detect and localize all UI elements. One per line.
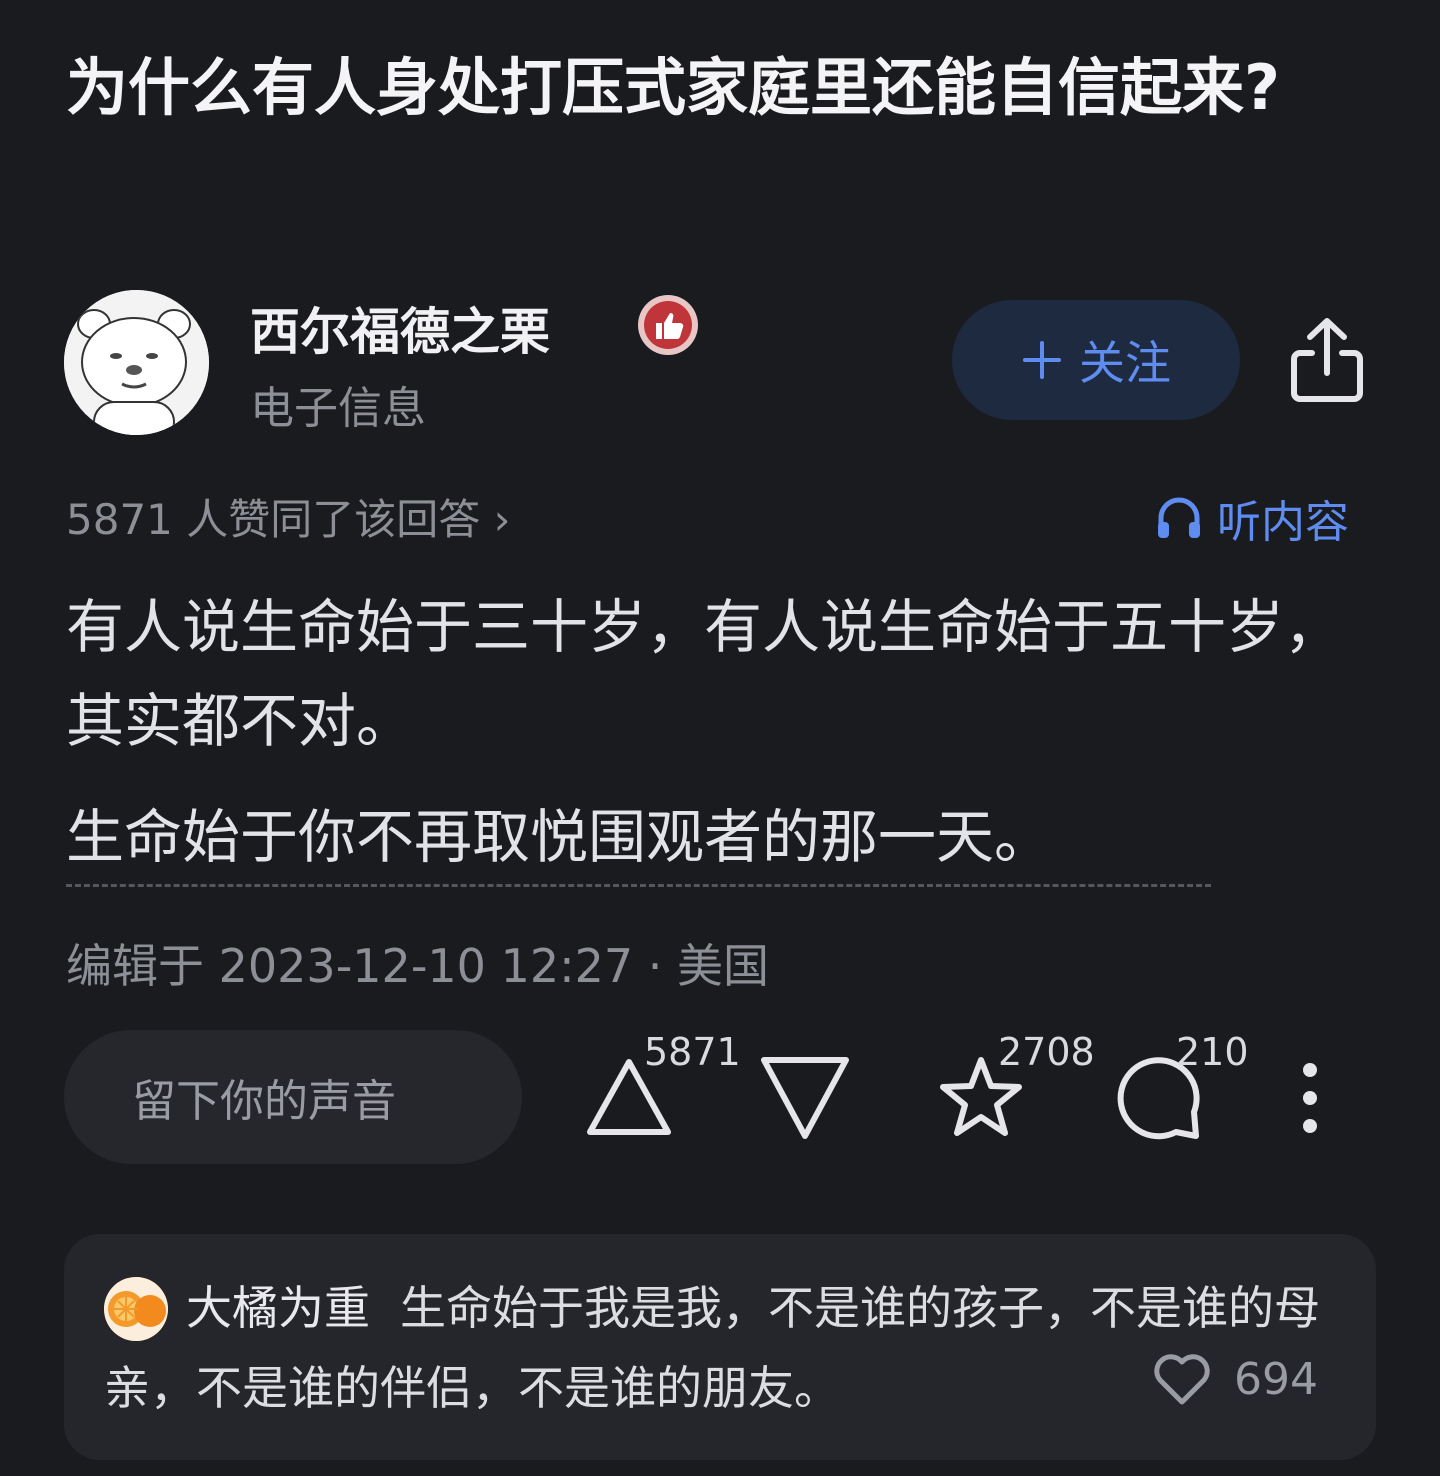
commenter-name[interactable]: 大橘为重: [186, 1281, 370, 1335]
follow-label: 关注: [1079, 336, 1171, 390]
comment-input[interactable]: 留下你的声音: [64, 1030, 522, 1164]
answer-paragraph: 有人说生命始于三十岁，有人说生命始于五十岁，其实都不对。: [66, 593, 1343, 755]
bear-avatar-icon: [64, 290, 209, 435]
comment-count: 210: [1176, 1030, 1249, 1074]
upvoters-link[interactable]: 5871 人赞同了该回答 ›: [66, 486, 510, 547]
share-icon: [1291, 318, 1363, 402]
favorite-count: 2708: [998, 1030, 1095, 1074]
downvote-button[interactable]: [758, 1052, 852, 1142]
more-vertical-icon: [1303, 1063, 1317, 1133]
comment-like-count: 694: [1234, 1353, 1318, 1405]
top-comment: 大橘为重 生命始于我是我，不是谁的孩子，不是谁的母亲，不是谁的伴侣，不是谁的朋友。: [104, 1268, 1324, 1428]
question-title[interactable]: 为什么有人身处打压式家庭里还能自信起来?: [66, 40, 1366, 136]
thumbs-up-badge-icon: [636, 293, 700, 357]
plus-icon: [1023, 341, 1061, 379]
author-name[interactable]: 西尔福德之栗: [250, 292, 550, 364]
upvote-count: 5871: [644, 1030, 741, 1074]
listen-label: 听内容: [1217, 497, 1349, 548]
share-button[interactable]: [1288, 315, 1366, 403]
more-button[interactable]: [1292, 1060, 1328, 1136]
edit-timestamp: 编辑于 2023-12-10 12:27 · 美国: [66, 939, 770, 993]
author-tag: 电子信息: [250, 383, 426, 434]
headphones-icon: [1158, 497, 1200, 538]
heart-icon: [1154, 1354, 1210, 1405]
triangle-down-icon: [761, 1057, 849, 1139]
comment-placeholder: 留下你的声音: [132, 1076, 396, 1127]
author-avatar[interactable]: [64, 290, 209, 435]
comment-like-button[interactable]: 694: [1152, 1352, 1318, 1406]
follow-button[interactable]: 关注: [952, 300, 1240, 420]
listen-button[interactable]: 听内容: [1155, 486, 1349, 550]
answer-paragraph-highlight[interactable]: 生命始于你不再取悦围观者的那一天。: [66, 790, 1211, 887]
